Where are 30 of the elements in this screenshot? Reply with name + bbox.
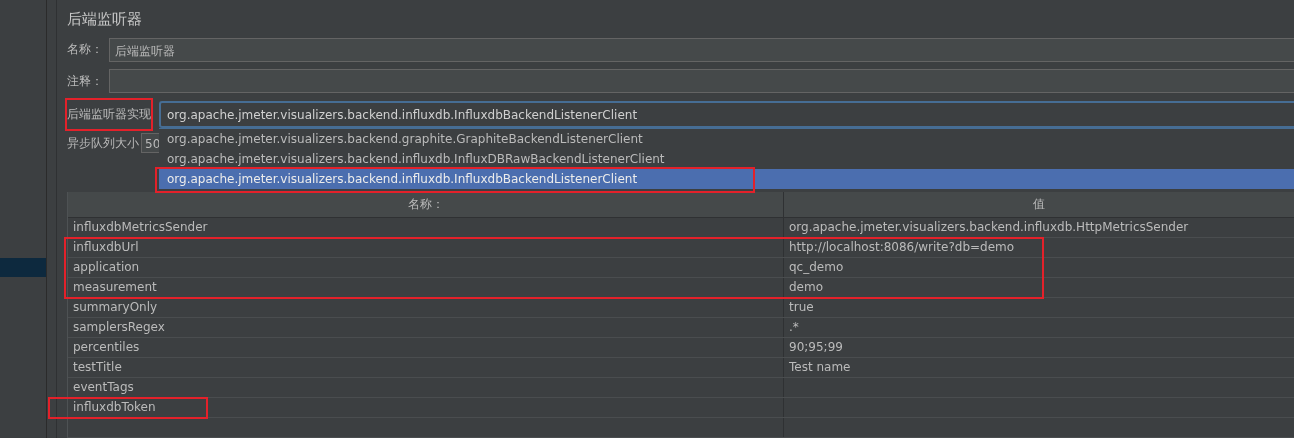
column-header[interactable]: 值: [784, 192, 1294, 217]
table-cell: influxdbMetricsSender: [68, 218, 784, 237]
table-cell-text: .*: [788, 319, 800, 336]
table-cell-text: org.apache.jmeter.visualizers.backend.influxdb.HttpMetricsSender: [788, 219, 1190, 236]
table-cell: summaryOnly: [68, 298, 784, 317]
tree-item[interactable]: [0, 258, 46, 277]
table-cell: percentiles: [68, 338, 784, 357]
name-field[interactable]: 后端监听器: [109, 37, 1294, 62]
table-cell-text: Test name: [788, 359, 852, 376]
table-cell: influxdbUrl: [68, 238, 784, 257]
field-label: 后端监听器实现: [67, 99, 151, 129]
table-cell-text: http://localhost:8086/write?db=demo: [788, 239, 1016, 256]
table-cell: samplersRegex: [68, 318, 784, 337]
table-cell-text: true: [788, 299, 815, 316]
table-cell: eventTags: [68, 378, 784, 397]
field-label: 名称：: [67, 41, 103, 59]
table-cell-text: demo: [788, 279, 825, 296]
panel-title: 后端监听器: [67, 10, 143, 29]
dropdown-option[interactable]: org.apache.jmeter.visualizers.backend.influxdb.InfluxdbBackendListenerClient: [159, 168, 1294, 189]
column-header[interactable]: 名称：: [68, 192, 784, 217]
table-cell: testTitle: [68, 358, 784, 377]
table-cell: application: [68, 258, 784, 277]
table-cell: measurement: [68, 278, 784, 297]
field-label: 异步队列大小: [67, 134, 139, 152]
table-cell-text: 90;95;99: [788, 339, 844, 356]
implementation-dropdown[interactable]: org.apache.jmeter.visualizers.backend.influxdb.InfluxdbBackendListenerClient: [159, 100, 1294, 128]
table-cell-text: qc_demo: [788, 259, 845, 276]
field-label: 注释：: [67, 73, 103, 90]
comment-field[interactable]: [109, 69, 1294, 94]
table-cell: influxdbToken: [68, 398, 784, 417]
